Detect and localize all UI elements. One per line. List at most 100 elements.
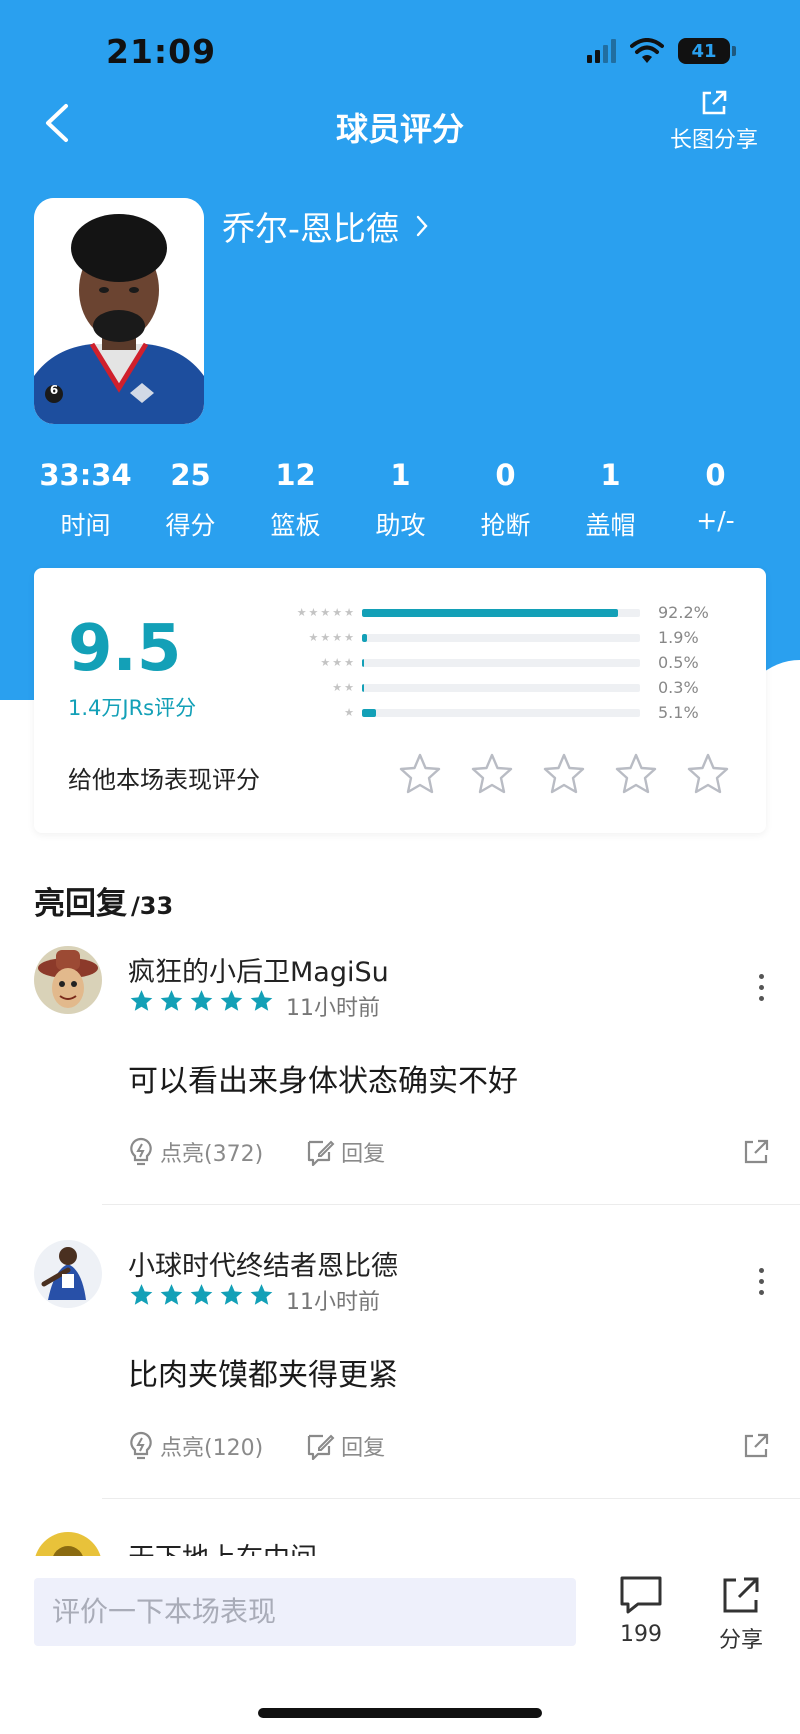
- distribution-row-1: ★ 5.1%: [278, 700, 738, 725]
- star-filled-icon: [190, 1284, 213, 1305]
- more-options-icon[interactable]: [756, 974, 766, 1001]
- share-icon[interactable]: [742, 1138, 770, 1166]
- stat-label: +/-: [696, 506, 735, 535]
- distribution-bar: [362, 608, 619, 617]
- star-filled-icon: [160, 1284, 183, 1305]
- comment-time: 11小时前: [286, 1290, 380, 1315]
- mini-stars-icon: ★: [344, 706, 356, 719]
- more-options-icon[interactable]: [756, 1268, 766, 1295]
- distribution-percent: 0.5%: [658, 653, 699, 672]
- comment-actions: 点亮(372) 回复: [128, 1136, 427, 1168]
- stat-label: 得分: [165, 511, 216, 540]
- star-filled-icon: [220, 990, 243, 1011]
- comment-username[interactable]: 小球时代终结者恩比德: [128, 1244, 398, 1283]
- share-button[interactable]: 分享: [706, 1574, 776, 1654]
- rate-star-3-icon[interactable]: [540, 750, 588, 798]
- star-filled-icon: [190, 990, 213, 1011]
- comment-rating-stars: [128, 988, 275, 1014]
- stat-minutes: 33:34 时间: [33, 458, 138, 542]
- player-photo: 6: [34, 198, 204, 424]
- comments-button[interactable]: 199: [606, 1574, 676, 1647]
- avatar[interactable]: [34, 946, 102, 1014]
- battery-level: 41: [691, 40, 717, 62]
- distribution-percent: 92.2%: [658, 603, 709, 622]
- average-score: 9.5: [68, 612, 182, 686]
- lightbulb-icon: [130, 1431, 152, 1460]
- share-icon: [723, 1577, 759, 1613]
- stat-value: 1: [600, 458, 621, 492]
- mini-stars-icon: ★★★: [320, 656, 356, 669]
- comment-item: 小球时代终结者恩比德 11小时前 比肉夹馍都夹得更紧 点亮(120) 回复: [0, 1238, 800, 1499]
- chevron-right-icon: [416, 215, 428, 237]
- distribution-percent: 0.3%: [658, 678, 699, 697]
- status-icons: 41: [587, 38, 736, 64]
- comment-rating-stars: [128, 1282, 275, 1308]
- stat-assists: 1 助攻: [348, 458, 453, 542]
- comment-username[interactable]: 疯狂的小后卫MagiSu: [128, 950, 389, 989]
- player-stats-row: 33:34 时间 25 得分 12 篮板 1 助攻 0 抢断 1 盖帽 0 +/-: [33, 458, 768, 542]
- stat-steals: 0 抢断: [453, 458, 558, 542]
- comment-input[interactable]: 评价一下本场表现: [34, 1578, 576, 1646]
- stat-value: 33:34: [39, 458, 132, 492]
- section-count: /33: [131, 892, 174, 920]
- rate-prompt: 给他本场表现评分: [68, 766, 260, 794]
- home-indicator: [258, 1708, 542, 1718]
- light-button[interactable]: 点亮(120): [128, 1430, 263, 1462]
- share-label: 分享: [718, 1628, 763, 1653]
- stat-rebounds: 12 篮板: [243, 458, 348, 542]
- comment-time: 11小时前: [286, 996, 380, 1021]
- stat-label: 时间: [60, 511, 111, 540]
- player-name: 乔尔-恩比德: [222, 209, 399, 248]
- external-share-icon: [702, 90, 727, 115]
- distribution-bar: [362, 658, 364, 667]
- stat-plus-minus: 0 +/-: [663, 458, 768, 542]
- distribution-row-4: ★★★★ 1.9%: [278, 625, 738, 650]
- long-image-share-label: 长图分享: [669, 128, 758, 153]
- rate-star-4-icon[interactable]: [612, 750, 660, 798]
- stat-label: 抢断: [480, 511, 531, 540]
- player-name-link[interactable]: 乔尔-恩比德: [222, 202, 429, 250]
- rate-star-5-icon[interactable]: [684, 750, 732, 798]
- distribution-percent: 5.1%: [658, 703, 699, 722]
- section-title: 亮回复: [34, 886, 127, 922]
- rate-star-1-icon[interactable]: [396, 750, 444, 798]
- jersey-number: 6: [49, 383, 59, 397]
- stat-label: 盖帽: [585, 511, 636, 540]
- reply-edit-icon: [308, 1140, 335, 1166]
- distribution-percent: 1.9%: [658, 628, 699, 647]
- highlight-replies-heading: 亮回复/33: [34, 878, 173, 923]
- reply-button[interactable]: 回复: [305, 1136, 385, 1168]
- comment-item: 疯狂的小后卫MagiSu 11小时前 可以看出来身体状态确实不好 点亮(372)…: [0, 944, 800, 1205]
- mini-stars-icon: ★★★★: [308, 631, 356, 644]
- comment-text: 比肉夹馍都夹得更紧: [128, 1358, 398, 1393]
- mini-stars-icon: ★★★★★: [296, 606, 356, 619]
- stat-label: 篮板: [270, 511, 321, 540]
- star-filled-icon: [130, 990, 153, 1011]
- comment-divider: [102, 1204, 800, 1205]
- stat-value: 0: [495, 458, 516, 492]
- stat-blocks: 1 盖帽: [558, 458, 663, 542]
- comment-username[interactable]: 天下地上在中间: [128, 1536, 317, 1556]
- wifi-icon: [630, 38, 664, 63]
- mini-stars-icon: ★★: [332, 681, 356, 694]
- reply-label: 回复: [341, 1142, 386, 1167]
- avatar[interactable]: [34, 1240, 102, 1308]
- long-image-share-button[interactable]: 长图分享: [664, 88, 764, 154]
- player-rating-screen: 21:09 41 球员评分 长图分享 6 乔尔-恩比德 33:34 时间 25 …: [0, 0, 800, 1734]
- stat-points: 25 得分: [138, 458, 243, 542]
- rating-count: 1.4万JRs评分: [68, 696, 197, 720]
- stat-value: 12: [275, 458, 316, 492]
- light-count: 点亮(120): [160, 1436, 264, 1461]
- distribution-bar: [362, 683, 364, 692]
- lightbulb-icon: [130, 1137, 152, 1166]
- star-filled-icon: [250, 990, 273, 1011]
- comment-item-partial: 天下地上在中间: [0, 1526, 800, 1556]
- rate-star-2-icon[interactable]: [468, 750, 516, 798]
- status-time: 21:09: [106, 32, 217, 71]
- avatar[interactable]: [34, 1532, 102, 1556]
- share-icon[interactable]: [742, 1432, 770, 1460]
- stat-value: 0: [705, 458, 726, 492]
- reply-button[interactable]: 回复: [305, 1430, 385, 1462]
- distribution-row-5: ★★★★★ 92.2%: [278, 600, 738, 625]
- light-button[interactable]: 点亮(372): [128, 1136, 263, 1168]
